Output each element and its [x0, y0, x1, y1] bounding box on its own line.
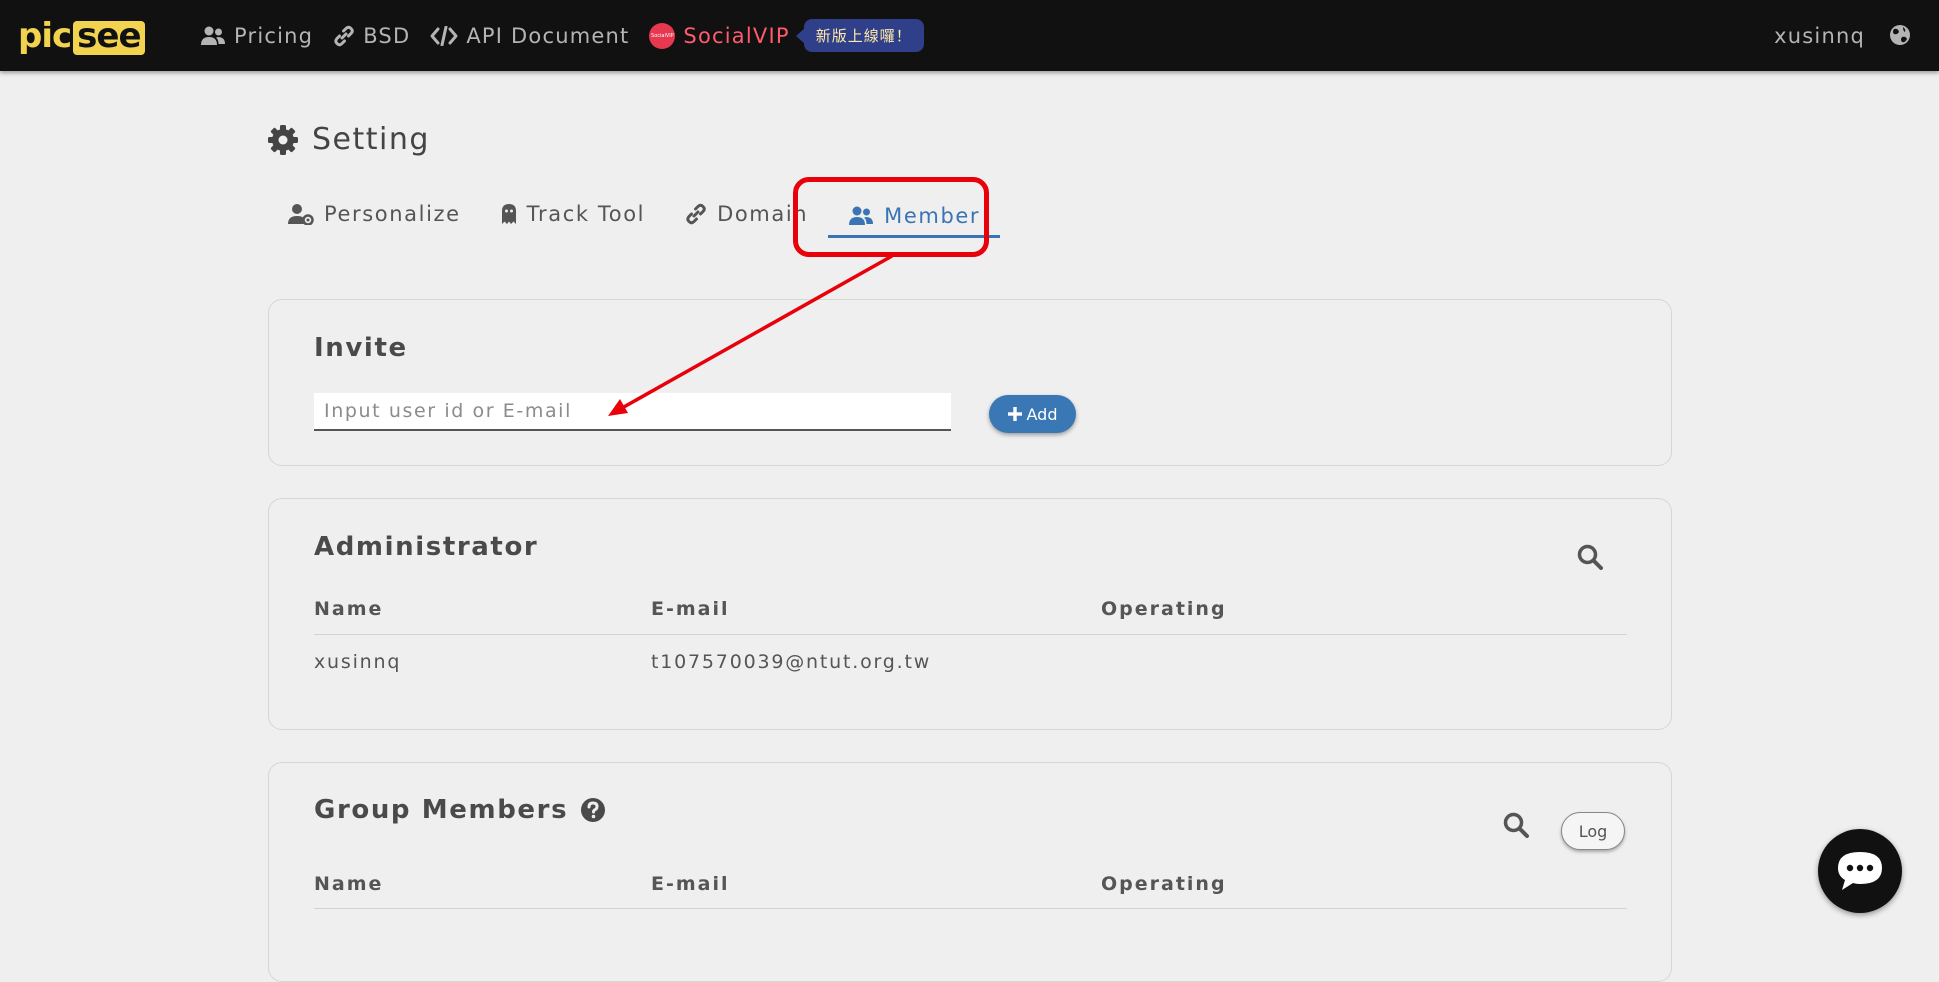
page-title-text: Setting — [312, 122, 430, 157]
administrator-search-icon[interactable] — [1577, 544, 1603, 574]
group-members-card: Group Members Log Name E-mail Operating — [268, 762, 1672, 982]
tab-track-tool-label: Track Tool — [526, 202, 646, 226]
socialvip-logo-icon: SocialVIP — [649, 22, 676, 49]
group-header-divider — [314, 908, 1627, 909]
invite-title: Invite — [314, 333, 408, 363]
admin-row-name: xusinnq — [314, 651, 402, 673]
tab-track-tool[interactable]: Track Tool — [501, 196, 645, 232]
nav-socialvip-label: SocialVIP — [683, 23, 790, 48]
link-icon — [686, 203, 706, 225]
administrator-card: Administrator Name E-mail Operating xusi… — [268, 498, 1672, 730]
nav-bsd-label: BSD — [363, 23, 411, 48]
ghost-icon — [501, 204, 516, 224]
link-icon — [334, 25, 354, 46]
add-button[interactable]: Add — [989, 395, 1076, 433]
log-button[interactable]: Log — [1561, 812, 1625, 850]
invite-input[interactable] — [314, 393, 951, 431]
group-col-operating: Operating — [1101, 873, 1227, 895]
admin-row-email: t107570039@ntut.org.tw — [651, 651, 932, 673]
logo-text-pic: pic — [18, 16, 72, 56]
logo-text-see: see — [73, 19, 145, 55]
tab-domain[interactable]: Domain — [685, 196, 808, 232]
add-button-label: Add — [1026, 404, 1058, 424]
nav-socialvip[interactable]: SocialVIP SocialVIP — [649, 22, 790, 49]
nav-username[interactable]: xusinnq — [1774, 0, 1865, 71]
group-col-name: Name — [314, 873, 384, 895]
admin-col-name: Name — [314, 598, 384, 620]
nav-menu: Pricing BSD API Document SocialVIP Socia… — [200, 0, 924, 71]
chat-widget-button[interactable] — [1818, 829, 1902, 913]
new-version-badge[interactable]: 新版上線囉！ — [795, 19, 924, 52]
page-title: Setting — [268, 122, 430, 157]
annotation-highlight-box — [793, 177, 989, 257]
users-icon — [201, 26, 225, 45]
nav-api-document-label: API Document — [466, 23, 630, 48]
invite-card: Invite Add — [268, 299, 1672, 466]
tab-personalize-label: Personalize — [324, 202, 461, 226]
administrator-title: Administrator — [314, 532, 539, 562]
question-circle-icon[interactable] — [580, 797, 606, 823]
nav-bsd[interactable]: BSD — [333, 24, 410, 48]
group-members-search-icon[interactable] — [1503, 812, 1529, 842]
globe-icon[interactable] — [1889, 24, 1911, 50]
group-members-title: Group Members — [314, 795, 606, 825]
nav-api-document[interactable]: API Document — [430, 24, 629, 48]
top-navbar: pic see Pricing BSD API Document SocialV… — [0, 0, 1939, 71]
admin-header-divider — [314, 634, 1627, 635]
picsee-logo[interactable]: pic see — [18, 16, 145, 56]
group-col-email: E-mail — [651, 873, 730, 895]
plus-icon — [1007, 407, 1022, 421]
admin-col-email: E-mail — [651, 598, 730, 620]
chat-bubble-icon — [1838, 852, 1882, 890]
user-gear-icon — [288, 204, 314, 225]
nav-pricing[interactable]: Pricing — [200, 24, 313, 48]
code-icon — [430, 25, 458, 46]
admin-col-operating: Operating — [1101, 598, 1227, 620]
nav-pricing-label: Pricing — [234, 23, 314, 48]
tab-personalize[interactable]: Personalize — [288, 196, 461, 232]
gear-icon — [268, 124, 298, 155]
